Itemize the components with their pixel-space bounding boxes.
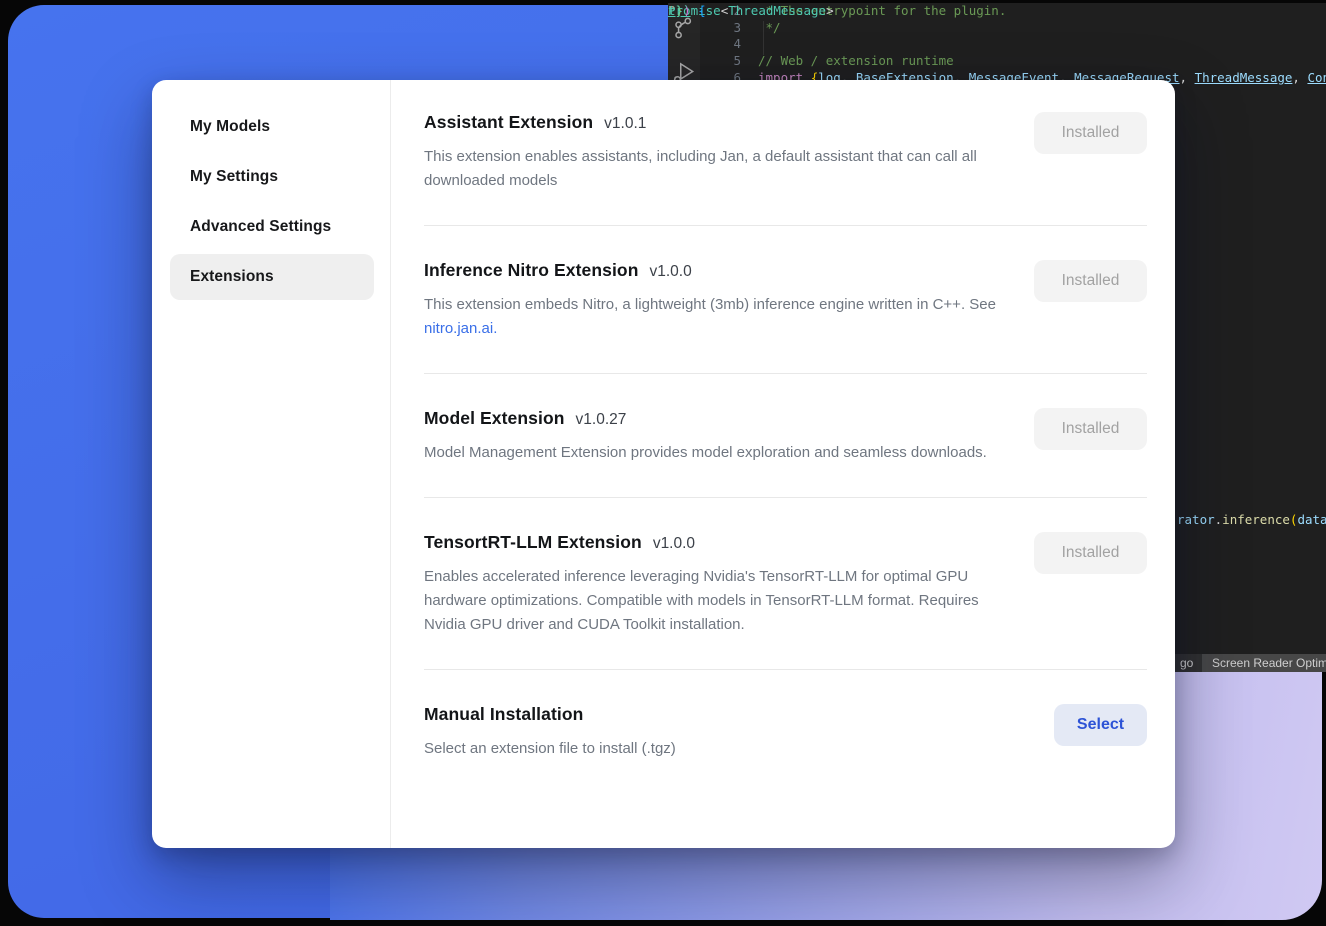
code-fragment: rator.inference(data)); [1177,512,1326,529]
extension-version: v1.0.1 [604,115,646,133]
sidebar-item-advanced-settings[interactable]: Advanced Settings [170,204,374,250]
select-file-button[interactable]: Select [1054,704,1147,746]
extension-version: v1.0.27 [576,411,627,429]
screen-reader-optimized-item[interactable]: Screen Reader Optimized [1202,654,1326,672]
extension-title: TensortRT-LLM Extension [424,532,642,553]
extension-description: Model Management Extension provides mode… [424,441,1009,465]
extension-text: Manual Installation Select an extension … [424,704,1009,761]
extension-row-assistant: Assistant Extension v1.0.1 This extensio… [424,80,1147,226]
extension-text: Inference Nitro Extension v1.0.0 This ex… [424,260,1009,341]
extensions-list: Assistant Extension v1.0.1 This extensio… [391,80,1175,848]
installed-button[interactable]: Installed [1034,532,1147,574]
sidebar-item-my-settings[interactable]: My Settings [170,154,374,200]
extension-title: Assistant Extension [424,112,593,133]
sidebar-item-my-models[interactable]: My Models [170,104,374,150]
extension-text: TensortRT-LLM Extension v1.0.0 Enables a… [424,532,1009,637]
extension-row-inference-nitro: Inference Nitro Extension v1.0.0 This ex… [424,226,1147,374]
extension-title: Model Extension [424,408,565,429]
extension-text: Assistant Extension v1.0.1 This extensio… [424,112,1009,193]
code-line: 5// Web / extension runtime [700,53,1326,70]
code-fragment: t}` [668,3,691,20]
status-bar-left-text: go [1180,654,1193,672]
installed-button[interactable]: Installed [1034,112,1147,154]
extension-row-tensorrt-llm: TensortRT-LLM Extension v1.0.0 Enables a… [424,498,1147,670]
extension-version: v1.0.0 [650,263,692,281]
code-line: 4 [700,36,1326,53]
extension-row-model: Model Extension v1.0.27 Model Management… [424,374,1147,498]
extension-text: Model Extension v1.0.27 Model Management… [424,408,1009,465]
settings-sidebar: My Models My Settings Advanced Settings … [152,80,391,848]
manual-installation-description: Select an extension file to install (.tg… [424,737,1009,761]
installed-button[interactable]: Installed [1034,408,1147,450]
manual-installation-row: Manual Installation Select an extension … [424,670,1147,793]
installed-button[interactable]: Installed [1034,260,1147,302]
extension-title: Inference Nitro Extension [424,260,639,281]
extension-version: v1.0.0 [653,535,695,553]
extension-description: This extension enables assistants, inclu… [424,145,1009,193]
extension-description: Enables accelerated inference leveraging… [424,565,1009,637]
manual-installation-title: Manual Installation [424,704,583,725]
description-text: This extension embeds Nitro, a lightweig… [424,296,996,313]
extension-description: This extension embeds Nitro, a lightweig… [424,293,1009,341]
nitro-jan-ai-link[interactable]: nitro.jan.ai. [424,320,497,337]
settings-modal: My Models My Settings Advanced Settings … [152,80,1175,848]
code-line: 3 */ [700,20,1326,37]
sidebar-item-extensions[interactable]: Extensions [170,254,374,300]
desktop-screenshot: 2 * The entrypoint for the plugin.3 */45… [0,0,1326,926]
